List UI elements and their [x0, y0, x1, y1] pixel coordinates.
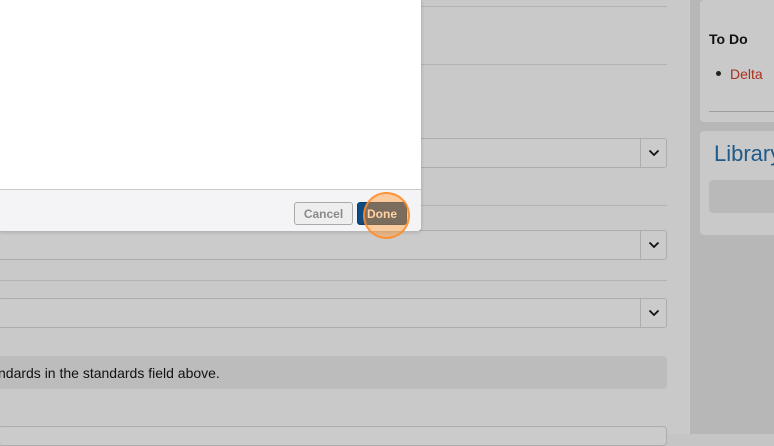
todo-heading: To Do: [709, 31, 748, 47]
library-card: Library: [700, 131, 774, 235]
modal-footer: Cancel Done: [0, 189, 421, 231]
bullet-icon: [716, 71, 721, 76]
select-field-3[interactable]: [0, 298, 667, 328]
select-arrow-button[interactable]: [640, 231, 666, 259]
chevron-down-icon: [648, 149, 659, 157]
chevron-down-icon: [648, 309, 659, 317]
divider: [0, 280, 667, 281]
library-search-bar[interactable]: [709, 180, 774, 213]
text-field[interactable]: [0, 426, 667, 446]
standards-info-box: ndards in the standards field above.: [0, 356, 667, 389]
standards-info-text: ndards in the standards field above.: [0, 364, 220, 381]
library-heading: Library: [714, 141, 774, 166]
modal-dialog: Cancel Done: [0, 0, 421, 231]
todo-item-label: Delta: [730, 66, 763, 82]
select-field-2[interactable]: [0, 230, 667, 260]
todo-card: To Do Delta: [700, 0, 774, 122]
select-arrow-button[interactable]: [640, 299, 666, 327]
divider: [709, 111, 774, 112]
chevron-down-icon: [648, 241, 659, 249]
select-arrow-button[interactable]: [640, 139, 666, 167]
cancel-button[interactable]: Cancel: [294, 202, 353, 225]
done-button[interactable]: Done: [357, 202, 407, 225]
todo-item-link[interactable]: Delta: [716, 66, 763, 82]
